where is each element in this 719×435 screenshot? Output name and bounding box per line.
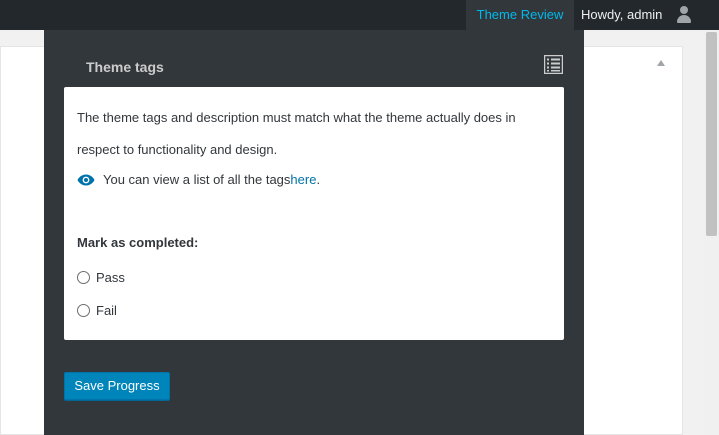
tags-list-text: You can view a list of all the tags — [103, 172, 291, 187]
fail-label[interactable]: Fail — [96, 303, 117, 318]
list-icon[interactable] — [544, 55, 563, 74]
tags-list-link[interactable]: here — [290, 171, 316, 189]
step-card: The theme tags and description must matc… — [64, 87, 564, 340]
account-menu[interactable]: Howdy, admin — [581, 0, 662, 30]
theme-review-panel: Theme tags The theme tags and descriptio… — [44, 30, 584, 435]
save-progress-button[interactable]: Save Progress — [64, 372, 170, 400]
user-icon[interactable] — [676, 5, 692, 25]
tags-list-suffix: . — [316, 172, 321, 187]
collapse-arrow-icon[interactable] — [657, 60, 665, 66]
step-description: The theme tags and description must matc… — [77, 110, 516, 157]
theme-review-menu[interactable]: Theme Review — [466, 0, 574, 30]
tags-list-line: You can view a list of all the tags here… — [77, 171, 320, 189]
scrollbar-thumb[interactable] — [706, 32, 717, 236]
pass-radio[interactable] — [77, 271, 90, 284]
pass-label[interactable]: Pass — [96, 270, 125, 285]
fail-option[interactable]: Fail — [77, 303, 117, 318]
page-background — [0, 30, 44, 46]
fail-radio[interactable] — [77, 304, 90, 317]
eye-icon — [77, 174, 95, 186]
mark-completed-label: Mark as completed: — [77, 235, 199, 250]
admin-bar: Theme Review Howdy, admin — [0, 0, 719, 30]
scrollbar[interactable] — [704, 30, 719, 435]
pass-option[interactable]: Pass — [77, 270, 125, 285]
panel-title: Theme tags — [86, 59, 164, 75]
